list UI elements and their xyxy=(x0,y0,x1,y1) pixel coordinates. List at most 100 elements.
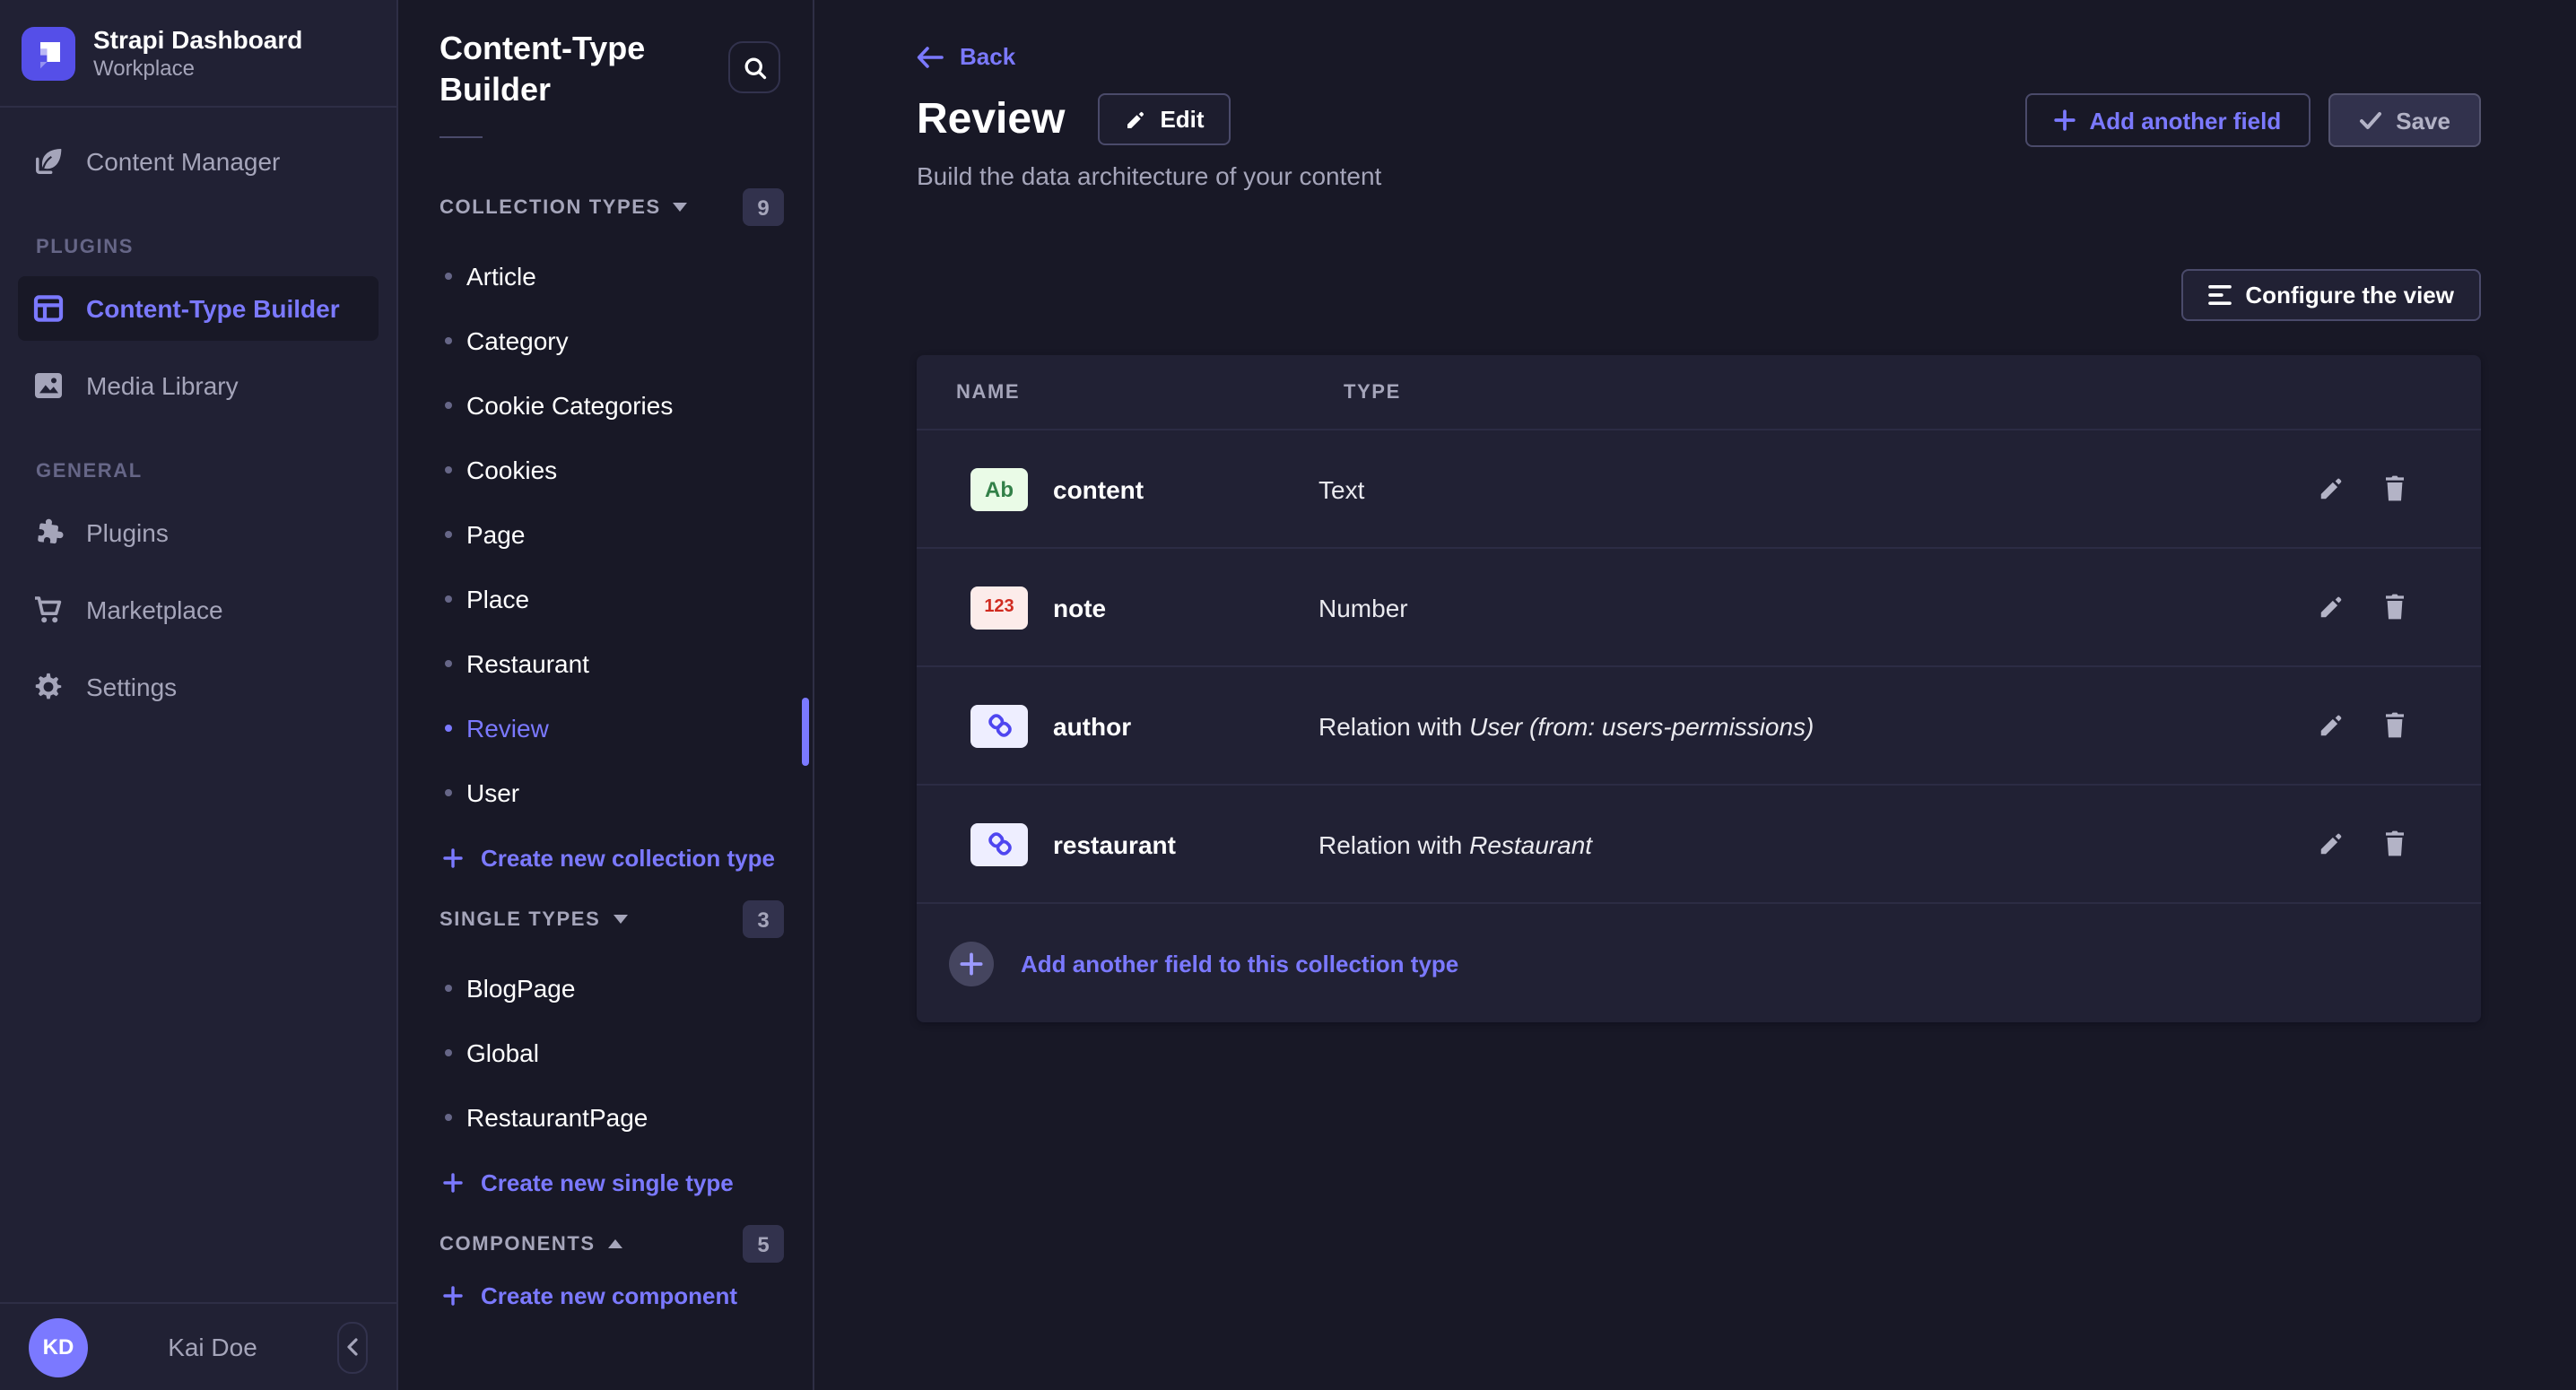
delete-field-button[interactable] xyxy=(2382,712,2407,739)
single-type-restaurantpage[interactable]: RestaurantPage xyxy=(398,1085,813,1150)
plus-icon xyxy=(443,847,463,867)
nav-item-settings[interactable]: Settings xyxy=(18,655,379,719)
strapi-app: Strapi Dashboard Workplace Content Manag… xyxy=(0,0,2576,1390)
pencil-icon xyxy=(2318,594,2345,621)
row-actions xyxy=(2318,712,2481,739)
trash-icon xyxy=(2382,594,2407,621)
create-single-type-link[interactable]: Create new single type xyxy=(398,1150,813,1214)
collapse-sidebar-button[interactable] xyxy=(337,1321,368,1373)
field-type: Number xyxy=(1318,593,2318,621)
main-content: Back Review Edit Add another field xyxy=(814,0,2576,1390)
row-actions xyxy=(2318,830,2481,857)
single-types-list: BlogPage Global RestaurantPage xyxy=(398,956,813,1150)
table-header: NAME TYPE xyxy=(917,355,2481,429)
content-type-builder-icon xyxy=(32,292,65,325)
collection-type-review[interactable]: Review xyxy=(398,696,813,760)
collection-types-section: COLLECTION TYPES 9 Article Category Cook… xyxy=(398,188,813,890)
collection-type-restaurant[interactable]: Restaurant xyxy=(398,631,813,696)
title-wrap: Review Edit xyxy=(917,93,1231,145)
column-header-name: NAME xyxy=(956,381,1344,403)
add-another-field-button[interactable]: Add another field xyxy=(2024,93,2310,147)
table-row: restaurant Relation with Restaurant xyxy=(917,784,2481,902)
chevron-up-icon xyxy=(608,1239,622,1248)
nav-item-label: Marketplace xyxy=(86,595,223,624)
avatar[interactable]: KD xyxy=(29,1317,88,1377)
trash-icon xyxy=(2382,475,2407,502)
layout-lines-icon xyxy=(2207,285,2231,305)
text-field-badge: Ab xyxy=(970,467,1028,510)
collection-type-cookies[interactable]: Cookies xyxy=(398,438,813,502)
delete-field-button[interactable] xyxy=(2382,475,2407,502)
workspace-name: Workplace xyxy=(93,56,302,83)
plus-icon xyxy=(443,1285,463,1305)
components-count: 5 xyxy=(743,1225,784,1263)
configure-the-view-button[interactable]: Configure the view xyxy=(2180,269,2481,321)
collection-type-place[interactable]: Place xyxy=(398,567,813,631)
collection-type-page[interactable]: Page xyxy=(398,502,813,567)
create-collection-type-link[interactable]: Create new collection type xyxy=(398,825,813,890)
nav-item-marketplace[interactable]: Marketplace xyxy=(18,578,379,642)
field-type: Text xyxy=(1318,474,2318,503)
pencil-icon xyxy=(2318,830,2345,857)
table-row: author Relation with User (from: users-p… xyxy=(917,665,2481,784)
add-field-label: Add another field to this collection typ… xyxy=(1021,950,1458,977)
header-actions: Add another field Save xyxy=(2024,93,2481,147)
trash-icon xyxy=(2382,830,2407,857)
page-header: Review Edit Add another field xyxy=(917,93,2481,147)
nav-item-media-library[interactable]: Media Library xyxy=(18,353,379,418)
field-type: Relation with User (from: users-permissi… xyxy=(1318,711,2318,740)
fields-table: NAME TYPE Ab content Text 123 note xyxy=(917,355,2481,1022)
subnav-header: Content-Type Builder xyxy=(398,0,813,111)
save-button[interactable]: Save xyxy=(2328,93,2481,147)
nav-item-label: Content-Type Builder xyxy=(86,294,340,323)
chevron-down-icon xyxy=(674,203,688,212)
edit-button[interactable]: Edit xyxy=(1097,93,1231,145)
field-type: Relation with Restaurant xyxy=(1318,830,2318,858)
field-name: author xyxy=(1028,711,1318,740)
add-field-to-collection-button[interactable]: Add another field to this collection typ… xyxy=(917,902,2481,1022)
nav-item-content-manager[interactable]: Content Manager xyxy=(18,129,379,194)
column-header-type: TYPE xyxy=(1344,381,1401,403)
subnav-title: Content-Type Builder xyxy=(439,29,673,111)
edit-field-button[interactable] xyxy=(2318,830,2345,857)
collection-types-header[interactable]: COLLECTION TYPES 9 xyxy=(398,188,813,226)
delete-field-button[interactable] xyxy=(2382,830,2407,857)
relation-field-badge xyxy=(970,704,1028,747)
subnav-scrollbar-thumb[interactable] xyxy=(802,698,809,766)
table-row: Ab content Text xyxy=(917,429,2481,547)
brand-text: Strapi Dashboard Workplace xyxy=(93,25,302,83)
user-name: Kai Doe xyxy=(88,1333,337,1361)
app-title: Strapi Dashboard xyxy=(93,25,302,56)
components-header[interactable]: COMPONENTS 5 xyxy=(398,1225,813,1263)
collection-type-user[interactable]: User xyxy=(398,760,813,825)
collection-type-cookie-categories[interactable]: Cookie Categories xyxy=(398,373,813,438)
nav-item-content-type-builder[interactable]: Content-Type Builder xyxy=(18,276,379,341)
media-library-icon xyxy=(32,369,65,402)
workspace-switcher[interactable]: Strapi Dashboard Workplace xyxy=(0,0,396,108)
relation-link-icon xyxy=(984,829,1014,859)
arrow-left-icon xyxy=(917,46,944,67)
collection-type-article[interactable]: Article xyxy=(398,244,813,308)
components-section: COMPONENTS 5 Create new component xyxy=(398,1225,813,1327)
section-label: SINGLE TYPES xyxy=(439,908,600,930)
back-link[interactable]: Back xyxy=(917,43,1015,70)
table-row: 123 note Number xyxy=(917,547,2481,665)
single-types-header[interactable]: SINGLE TYPES 3 xyxy=(398,900,813,938)
create-component-link[interactable]: Create new component xyxy=(398,1263,813,1327)
edit-field-button[interactable] xyxy=(2318,712,2345,739)
edit-field-button[interactable] xyxy=(2318,475,2345,502)
nav-item-label: Media Library xyxy=(86,371,239,400)
single-type-blogpage[interactable]: BlogPage xyxy=(398,956,813,1021)
search-button[interactable] xyxy=(728,41,780,93)
collection-type-category[interactable]: Category xyxy=(398,308,813,373)
delete-field-button[interactable] xyxy=(2382,594,2407,621)
nav-item-label: Plugins xyxy=(86,518,169,547)
edit-field-button[interactable] xyxy=(2318,594,2345,621)
page-subtitle: Build the data architecture of your cont… xyxy=(917,161,2481,190)
nav-section-plugins: PLUGINS xyxy=(36,237,361,258)
single-type-global[interactable]: Global xyxy=(398,1021,813,1085)
nav-item-plugins[interactable]: Plugins xyxy=(18,500,379,565)
cart-icon xyxy=(32,594,65,626)
collection-types-list: Article Category Cookie Categories Cooki… xyxy=(398,244,813,825)
relation-link-icon xyxy=(984,710,1014,741)
